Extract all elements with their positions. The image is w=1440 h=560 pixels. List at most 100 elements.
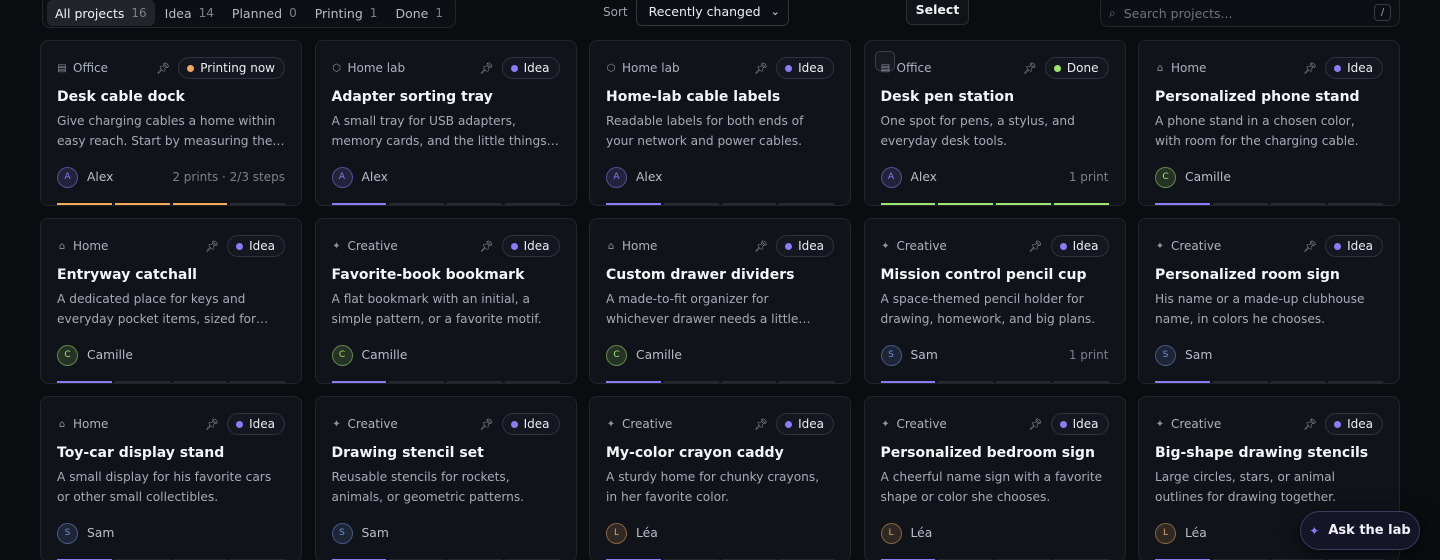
filter-tab-idea[interactable]: Idea 14: [157, 0, 222, 26]
category-tag: ✦ Creative: [606, 417, 673, 431]
pin-icon[interactable]: 📌︎: [1303, 240, 1317, 253]
document-icon: ▤: [880, 62, 891, 74]
project-description: A small display for his favorite cars or…: [57, 470, 272, 504]
filter-tab-printing[interactable]: Printing 1: [307, 0, 386, 26]
card-footer: A Alex 1 print: [880, 166, 1109, 188]
pin-icon[interactable]: 📌︎: [480, 240, 494, 253]
owner-name: Alex: [361, 170, 388, 184]
progress-segment: [57, 203, 112, 205]
status-badge: Done: [1044, 57, 1109, 79]
project-title: Desk pen station: [880, 89, 1015, 105]
chevron-down-icon: ⌄: [770, 4, 780, 18]
avatar: L: [1155, 522, 1176, 544]
filter-tab-planned[interactable]: Planned 0: [224, 0, 305, 26]
project-card[interactable]: ⌂ Home 📌︎ Idea Entryway catchall A dedicated …: [40, 218, 302, 384]
project-card[interactable]: ✦ Creative 📌︎ Idea My-color crayon caddy A st…: [589, 396, 851, 560]
project-description: A phone stand in a chosen color, with ro…: [1155, 114, 1359, 148]
select-button[interactable]: Select: [906, 0, 969, 25]
project-description: A space-themed pencil holder for drawing…: [880, 292, 1096, 326]
project-card[interactable]: ✦ Creative 📌︎ Idea Mission control pencil cu…: [863, 218, 1126, 384]
project-card[interactable]: ⬡ Home lab 📌︎ Idea Adapter sorting tray A sma…: [314, 40, 577, 206]
project-card[interactable]: ▤ Office 📌︎ Done Desk pen station One spot fo…: [863, 40, 1126, 206]
sparkle-icon: ✦: [881, 240, 890, 252]
category-tag: ✦ Creative: [881, 239, 947, 253]
progress-segment: [721, 381, 777, 383]
project-description: A made-to-fit organizer for whichever dr…: [606, 292, 799, 326]
owner-name: Sam: [87, 526, 115, 540]
pin-icon[interactable]: 📌︎: [1029, 240, 1043, 253]
category-tag: ✦ Creative: [332, 239, 398, 253]
pin-icon[interactable]: 📌︎: [205, 418, 219, 431]
category-tag: ⌂ Home: [57, 417, 109, 431]
pin-icon[interactable]: 📌︎: [1303, 62, 1317, 75]
progress-segment: [606, 203, 661, 205]
status-label: Idea: [249, 417, 275, 431]
sort-select[interactable]: Recently changed ⌄: [635, 0, 789, 26]
project-meta: 1 print: [1068, 348, 1109, 362]
project-card[interactable]: ⌂ Home 📌︎ Idea Toy-car display stand A small …: [40, 396, 302, 560]
card-header: ✦ Creative 📌︎ Idea: [1155, 413, 1383, 435]
project-card[interactable]: ✦ Creative 📌︎ Idea Personalized room sign His…: [1138, 218, 1400, 384]
owner-name: Camille: [87, 348, 133, 362]
category-tag: ▤ Office: [57, 61, 108, 75]
progress-bar: [331, 381, 560, 383]
pin-icon[interactable]: 📌︎: [480, 62, 494, 75]
card-footer: A Alex 2 prints · 2/3 steps: [57, 166, 285, 188]
progress-segment: [996, 381, 1051, 383]
category-label: Home: [73, 239, 109, 253]
card-footer: C Camille: [1155, 166, 1383, 188]
status-dot: [510, 242, 518, 250]
progress-bar: [331, 203, 560, 205]
filter-tab-done[interactable]: Done 1: [387, 0, 451, 26]
status-dot: [236, 242, 244, 250]
avatar: A: [880, 166, 902, 188]
progress-segment: [114, 203, 170, 205]
card-header: ⌂ Home 📌︎ Idea: [57, 413, 285, 435]
card-header: ✦ Creative 📌︎ Idea: [332, 413, 560, 435]
project-card[interactable]: ✦ Creative 📌︎ Idea Personalized bedroom sign…: [863, 396, 1126, 560]
pin-icon[interactable]: 📌︎: [754, 62, 768, 75]
category-tag: ✦ Creative: [881, 417, 947, 431]
pin-icon[interactable]: 📌︎: [1023, 62, 1037, 75]
pin-icon[interactable]: 📌︎: [754, 240, 768, 253]
filter-tab-count: 14: [198, 6, 214, 20]
card-header: ✦ Creative 📌︎ Idea: [881, 235, 1109, 257]
pin-icon[interactable]: 📌︎: [205, 240, 219, 253]
progress-segment: [779, 381, 834, 383]
progress-segment: [880, 203, 936, 205]
progress-segment: [1328, 381, 1383, 383]
status-dot: [1059, 420, 1067, 428]
pin-icon[interactable]: 📌︎: [480, 418, 494, 431]
ask-the-lab-button[interactable]: ✦ Ask the lab: [1300, 511, 1420, 550]
progress-segment: [1053, 381, 1109, 383]
project-card[interactable]: ▤ Office 📌︎ Printing now Desk cable dock Give…: [40, 40, 302, 206]
project-title: Entryway catchall: [57, 267, 197, 283]
pin-icon[interactable]: 📌︎: [156, 62, 170, 75]
status-label: Idea: [798, 239, 824, 253]
progress-bar: [57, 203, 285, 205]
project-card[interactable]: ⬡ Home lab 📌︎ Idea Home-lab cable labels Read…: [589, 40, 851, 206]
sparkle-icon: ✦: [1155, 240, 1165, 252]
owner-name: Sam: [910, 348, 938, 362]
project-card[interactable]: ✦ Creative 📌︎ Idea Drawing stencil set Reusab…: [314, 396, 577, 560]
pin-icon[interactable]: 📌︎: [1303, 418, 1317, 431]
card-footer: L Léa: [880, 522, 1109, 544]
owner-name: Léa: [636, 526, 658, 540]
card-header: ✦ Creative 📌︎ Idea: [332, 235, 560, 257]
pin-icon[interactable]: 📌︎: [754, 418, 768, 431]
sort-label: Sort: [603, 5, 628, 19]
project-card[interactable]: ✦ Creative 📌︎ Idea Favorite-book bookmark A f…: [314, 218, 577, 384]
pin-icon[interactable]: 📌︎: [1029, 418, 1043, 431]
status-badge: Idea: [776, 57, 834, 79]
project-description: A small tray for USB adapters, memory ca…: [331, 114, 547, 148]
ask-the-lab-label: Ask the lab: [1328, 523, 1411, 538]
project-card[interactable]: ⌂ Home 📌︎ Idea Personalized phone stand A pho…: [1138, 40, 1400, 206]
search-input[interactable]: [1123, 5, 1374, 21]
status-label: Idea: [798, 61, 824, 75]
avatar: A: [57, 166, 78, 188]
project-card[interactable]: ⌂ Home 📌︎ Idea Custom drawer dividers A made-…: [589, 218, 851, 384]
filter-tab-all-projects[interactable]: All projects 16: [47, 0, 155, 26]
project-title: Personalized bedroom sign: [880, 445, 1095, 461]
progress-bar: [57, 381, 285, 383]
sparkle-icon: ✦: [1155, 418, 1165, 430]
